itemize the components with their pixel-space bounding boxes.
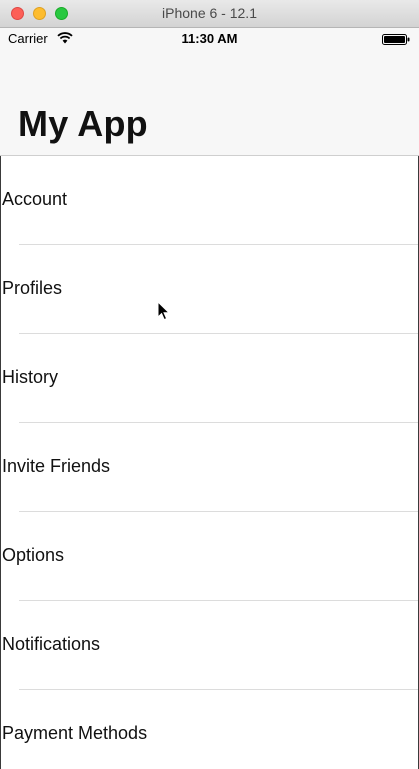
menu-item-label: History bbox=[2, 367, 59, 387]
menu-item-history[interactable]: History bbox=[1, 334, 418, 423]
status-bar: Carrier 11:30 AM bbox=[0, 28, 419, 50]
window-titlebar[interactable]: iPhone 6 - 12.1 bbox=[0, 0, 419, 28]
menu-item-invite-friends[interactable]: Invite Friends bbox=[1, 423, 418, 512]
menu-item-label: Options bbox=[2, 545, 65, 565]
menu-item-label: Notifications bbox=[2, 634, 101, 654]
battery-icon bbox=[382, 34, 410, 45]
page-title: My App bbox=[18, 103, 148, 144]
menu-table[interactable]: Account Profiles History Invite Friends … bbox=[0, 156, 419, 769]
navigation-bar: My App bbox=[0, 50, 419, 156]
menu-item-profiles[interactable]: Profiles bbox=[1, 245, 418, 334]
menu-item-label: Payment Methods bbox=[2, 723, 148, 743]
menu-item-label: Profiles bbox=[2, 278, 63, 298]
status-time: 11:30 AM bbox=[181, 31, 238, 46]
simulator-window: iPhone 6 - 12.1 Carrier 11:30 AM My App … bbox=[0, 0, 419, 769]
menu-item-options[interactable]: Options bbox=[1, 512, 418, 601]
menu-item-account[interactable]: Account bbox=[1, 156, 418, 245]
menu-item-notifications[interactable]: Notifications bbox=[1, 601, 418, 690]
mouse-cursor-icon bbox=[157, 301, 171, 321]
menu-item-label: Account bbox=[2, 189, 68, 209]
window-title: iPhone 6 - 12.1 bbox=[162, 5, 257, 21]
menu-item-payment-methods[interactable]: Payment Methods bbox=[1, 690, 418, 769]
menu-item-label: Invite Friends bbox=[2, 456, 111, 476]
